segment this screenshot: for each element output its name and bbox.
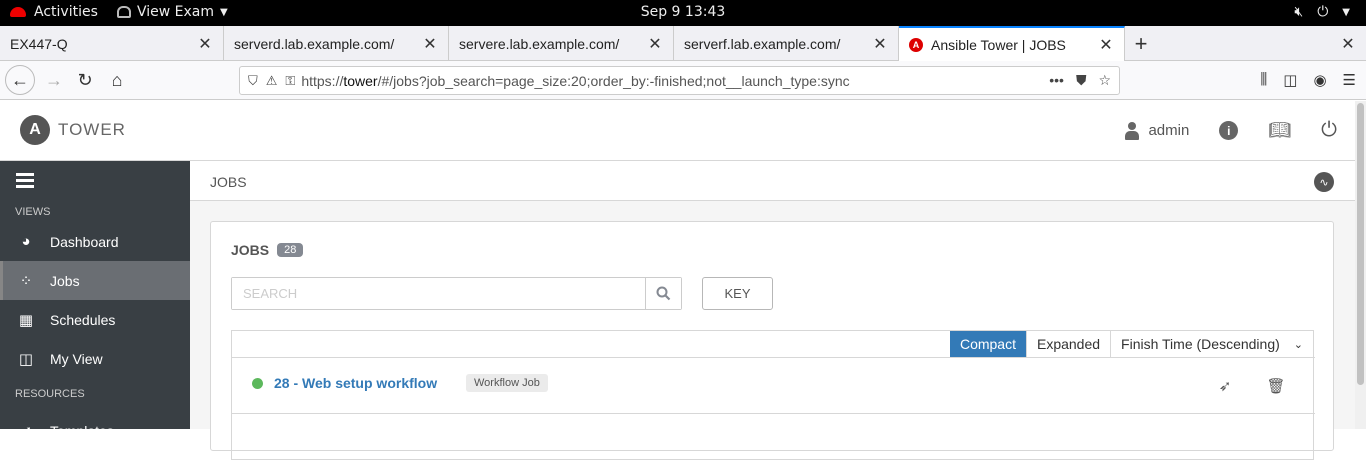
expanded-view-button[interactable]: Expanded	[1025, 331, 1111, 357]
close-tab-icon[interactable]: ✕	[197, 34, 213, 54]
close-window-button[interactable]: ✕	[1338, 26, 1358, 61]
relaunch-rocket-icon[interactable]: ➶	[1215, 376, 1235, 396]
pocket-icon[interactable]: ⛊	[1076, 72, 1087, 89]
sort-select[interactable]: Finish Time (Descending) ⌄	[1110, 331, 1313, 357]
browser-tab[interactable]: serverd.lab.example.com/ ✕	[224, 26, 449, 61]
power-icon[interactable]: ⏻	[1317, 4, 1328, 20]
panel-title: JOBS 28	[231, 242, 304, 258]
logo-text: TOWER	[58, 120, 126, 139]
sidebar-toggle-icon[interactable]: ◫	[1283, 71, 1297, 89]
browser-tab[interactable]: EX447-Q ✕	[0, 26, 224, 61]
browser-tab[interactable]: servere.lab.example.com/ ✕	[449, 26, 674, 61]
search-icon	[656, 286, 671, 301]
sidebar-item-label: Dashboard	[50, 233, 119, 250]
job-status-success-icon[interactable]	[252, 378, 263, 389]
sidebar-item-label: Jobs	[50, 272, 80, 289]
hamburger-menu-icon[interactable]	[16, 173, 34, 191]
tower-logo[interactable]: A TOWER	[20, 115, 126, 145]
sidebar-item-jobs[interactable]: ⁘ Jobs	[0, 261, 190, 300]
sidebar-item-my-view[interactable]: ◫ My View	[0, 339, 190, 378]
search-input[interactable]	[232, 278, 645, 309]
tab-label: serverf.lab.example.com/	[684, 35, 841, 52]
tab-label: servere.lab.example.com/	[459, 35, 620, 52]
jobs-title: JOBS	[231, 242, 270, 258]
menu-icon[interactable]: ☰	[1343, 71, 1356, 89]
key-icon[interactable]: ⚿	[285, 73, 295, 89]
chevron-down-icon: ⌄	[1293, 338, 1303, 351]
tab-label: Ansible Tower | JOBS	[931, 36, 1066, 53]
browser-tab[interactable]: serverf.lab.example.com/ ✕	[674, 26, 899, 61]
tab-label: serverd.lab.example.com/	[234, 35, 395, 52]
sort-label: Finish Time (Descending)	[1121, 336, 1280, 352]
reload-button[interactable]: ↻	[71, 66, 99, 94]
jobs-panel: JOBS 28 KEY Compact Expanded Finish Time…	[210, 221, 1334, 460]
user-menu[interactable]: admin	[1125, 121, 1190, 140]
system-tray[interactable]: 🔇︎ ⏻ ▼	[1294, 4, 1350, 20]
new-tab-button[interactable]: +	[1128, 26, 1154, 61]
volume-muted-icon[interactable]: 🔇︎	[1294, 4, 1303, 20]
insecure-lock-icon[interactable]: ⚠	[266, 73, 278, 89]
search-button[interactable]	[645, 278, 681, 309]
more-actions-icon[interactable]: •••	[1049, 72, 1064, 89]
rocket-icon: ➶	[19, 422, 33, 440]
library-icon[interactable]: ⫼	[1260, 71, 1267, 89]
scrollbar-thumb[interactable]	[1357, 103, 1364, 385]
browser-tab-active[interactable]: A Ansible Tower | JOBS ✕	[899, 26, 1125, 61]
info-icon[interactable]: i	[1219, 121, 1239, 140]
bookmark-star-icon[interactable]: ☆	[1098, 72, 1111, 89]
dashboard-icon: ◕	[21, 233, 31, 250]
url-bar[interactable]: ⛉ ⚠ ⚿ https://tower/#/jobs?job_search=pa…	[239, 66, 1120, 95]
jobs-count-badge: 28	[277, 243, 304, 257]
tab-label: EX447-Q	[10, 35, 68, 52]
angular-favicon-icon: A	[909, 37, 923, 52]
close-tab-icon[interactable]: ✕	[872, 34, 888, 54]
url-text[interactable]: https://tower/#/jobs?job_search=page_siz…	[301, 73, 1049, 89]
home-button[interactable]: ⌂	[103, 66, 131, 94]
sidebar-item-schedules[interactable]: ▦ Schedules	[0, 300, 190, 339]
tower-header: A TOWER admin i 📖︎ ⏻	[0, 101, 1355, 161]
page-scrollbar[interactable]	[1355, 101, 1366, 429]
close-tab-icon[interactable]: ✕	[422, 34, 438, 54]
sidebar-item-dashboard[interactable]: ◕ Dashboard	[0, 222, 190, 261]
list-item: 28 - Web setup workflow Workflow Job ➶ 🗑…	[232, 358, 1315, 414]
list-toolbar: Compact Expanded Finish Time (Descending…	[949, 331, 1313, 357]
activity-stream-icon[interactable]: ∿	[1314, 172, 1334, 192]
main-content: JOBS ∿ JOBS 28 KEY Compact Expanded Fini…	[190, 161, 1355, 460]
close-tab-icon[interactable]: ✕	[647, 34, 663, 54]
sidebar-item-label: Schedules	[50, 311, 116, 328]
delete-trash-icon[interactable]: 🗑︎	[1266, 376, 1286, 396]
ansible-logo-icon: A	[20, 115, 50, 145]
browser-tab-strip: EX447-Q ✕ serverd.lab.example.com/ ✕ ser…	[0, 26, 1366, 61]
browser-nav-bar: ← → ↻ ⌂ ⛉ ⚠ ⚿ https://tower/#/jobs?job_s…	[0, 61, 1366, 100]
job-name-link[interactable]: 28 - Web setup workflow	[274, 375, 437, 391]
compact-view-button[interactable]: Compact	[949, 331, 1026, 357]
forward-button[interactable]: →	[40, 66, 68, 94]
job-type-badge: Workflow Job	[466, 374, 548, 392]
sidebar-item-label: Templates	[50, 422, 114, 439]
username: admin	[1148, 122, 1190, 139]
account-icon[interactable]: ◉	[1313, 71, 1326, 89]
sidebar-item-templates[interactable]: ➶ Templates	[0, 411, 190, 450]
documentation-book-icon[interactable]: 📖︎	[1268, 120, 1291, 141]
shield-icon[interactable]: ⛉	[248, 73, 258, 89]
system-top-bar: Activities View Exam ▼ Sep 9 13:43 🔇︎ ⏻ …	[0, 0, 1366, 26]
back-button[interactable]: ←	[5, 65, 35, 95]
calendar-icon: ▦	[18, 311, 34, 329]
spinner-icon: ⁘	[19, 272, 33, 290]
search-box	[231, 277, 682, 310]
clock[interactable]: Sep 9 13:43	[0, 4, 1366, 20]
breadcrumb: JOBS	[210, 174, 247, 190]
sidebar-item-label: My View	[50, 350, 103, 367]
columns-icon: ◫	[18, 350, 34, 368]
close-tab-icon[interactable]: ✕	[1098, 35, 1114, 55]
key-button[interactable]: KEY	[702, 277, 773, 310]
breadcrumb-bar: JOBS ∿	[190, 161, 1355, 201]
logout-power-icon[interactable]: ⏻	[1321, 119, 1337, 142]
caret-down-icon[interactable]: ▼	[1342, 7, 1350, 18]
user-icon	[1125, 121, 1140, 140]
jobs-list: Compact Expanded Finish Time (Descending…	[231, 330, 1315, 460]
sidebar: VIEWS ◕ Dashboard ⁘ Jobs ▦ Schedules ◫ M…	[0, 161, 190, 440]
sidebar-section-resources: RESOURCES	[15, 388, 85, 400]
sidebar-section-views: VIEWS	[15, 206, 51, 218]
